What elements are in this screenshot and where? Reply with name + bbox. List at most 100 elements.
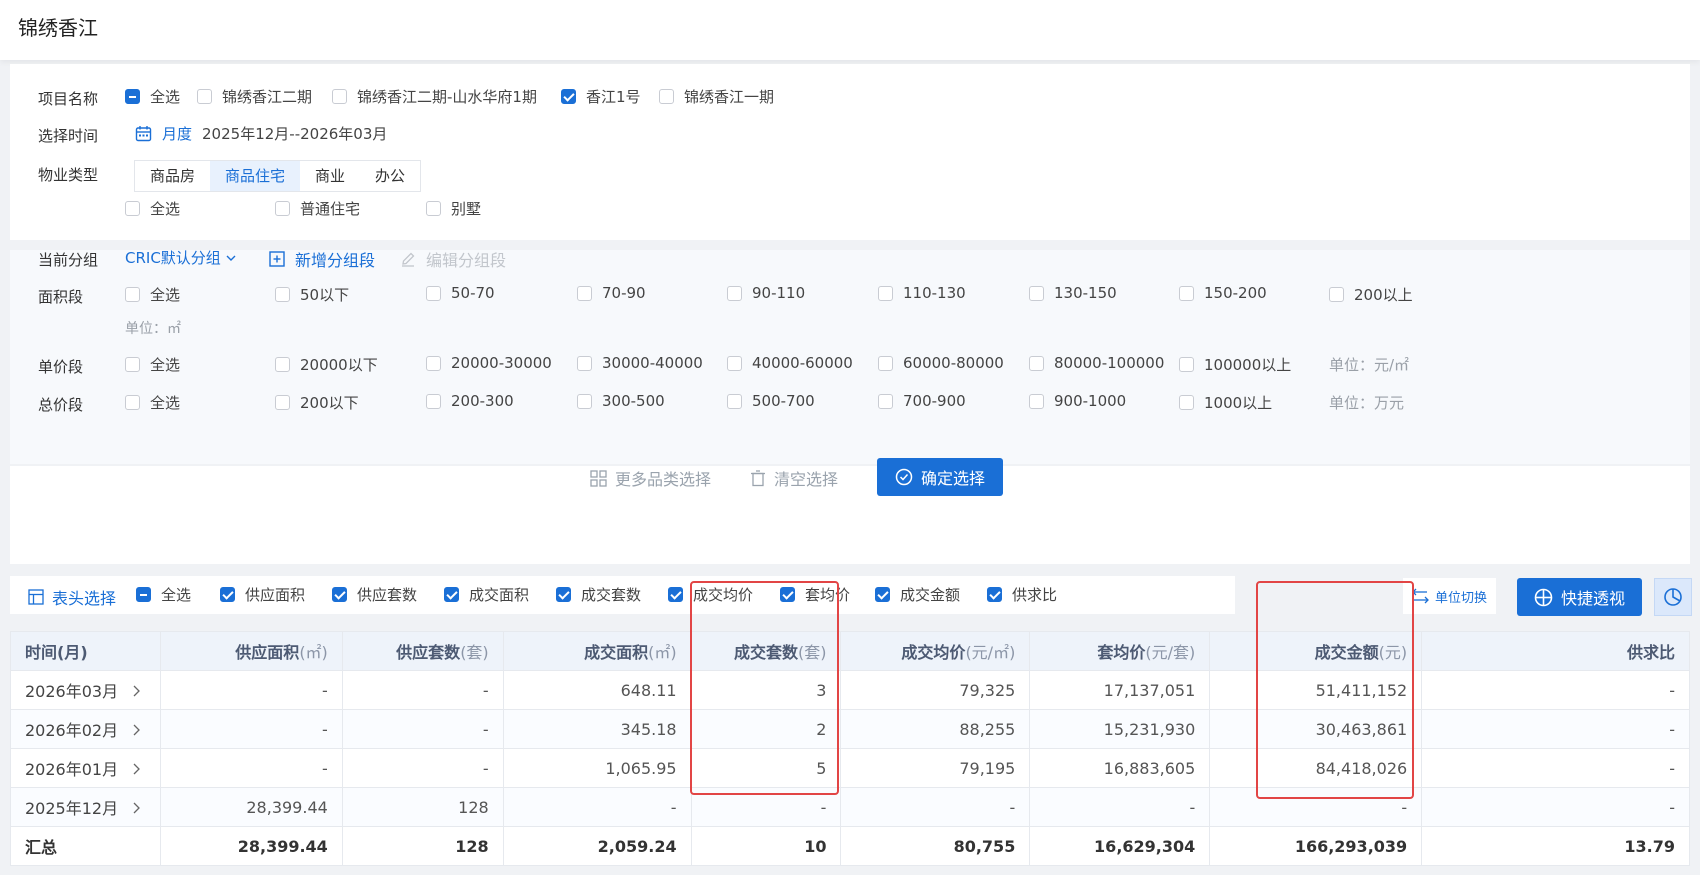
table-header-cell[interactable]: 供应套数(套) xyxy=(341,631,504,671)
checkbox[interactable] xyxy=(197,89,212,104)
checkbox[interactable] xyxy=(727,355,742,371)
total-price-option-4[interactable]: 500-700 xyxy=(727,392,815,410)
checkbox[interactable] xyxy=(426,201,441,216)
table-header-cell[interactable]: 供应面积(㎡) xyxy=(159,631,343,671)
checkbox[interactable] xyxy=(275,395,290,410)
checkbox[interactable] xyxy=(1179,285,1194,301)
total-price-option-7[interactable]: 1000以上 xyxy=(1179,392,1272,413)
column-option-4[interactable]: 成交套数 xyxy=(556,584,641,605)
area-option-8[interactable]: 200以上 xyxy=(1329,284,1413,305)
price-option-3[interactable]: 30000-40000 xyxy=(577,354,703,372)
area-option-7[interactable]: 150-200 xyxy=(1179,284,1267,302)
checkbox[interactable] xyxy=(878,393,893,409)
price-option-4[interactable]: 40000-60000 xyxy=(727,354,853,372)
checkbox[interactable] xyxy=(275,201,290,216)
checkbox[interactable] xyxy=(659,89,674,104)
total-price-option-0[interactable]: 全选 xyxy=(125,392,180,413)
tab-commodity-residential[interactable]: 商品住宅 xyxy=(210,161,301,191)
unit-switch-button[interactable]: 单位切换 xyxy=(1403,578,1496,614)
edit-group-button[interactable]: 编辑分组段 xyxy=(400,247,506,271)
table-header-cell[interactable]: 套均价(元/套) xyxy=(1029,631,1211,671)
property-sub-option-1[interactable]: 普通住宅 xyxy=(275,198,360,219)
checkbox[interactable] xyxy=(220,587,235,602)
checkbox[interactable] xyxy=(426,355,441,371)
price-option-2[interactable]: 20000-30000 xyxy=(426,354,552,372)
price-option-5[interactable]: 60000-80000 xyxy=(878,354,1004,372)
checkbox[interactable] xyxy=(987,587,1002,602)
area-option-3[interactable]: 70-90 xyxy=(577,284,646,302)
checkbox[interactable] xyxy=(1029,393,1044,409)
area-option-5[interactable]: 110-130 xyxy=(878,284,966,302)
group-dropdown[interactable]: CRIC默认分组 xyxy=(125,247,237,268)
chevron-right-icon[interactable] xyxy=(132,721,141,740)
checkbox[interactable] xyxy=(1179,357,1194,372)
tab-office[interactable]: 办公 xyxy=(360,161,420,191)
area-option-2[interactable]: 50-70 xyxy=(426,284,495,302)
checkbox[interactable] xyxy=(1029,355,1044,371)
area-option-1[interactable]: 50以下 xyxy=(275,284,349,305)
checkbox[interactable] xyxy=(1029,285,1044,301)
table-header-cell[interactable]: 成交面积(㎡) xyxy=(502,631,692,671)
total-price-option-5[interactable]: 700-900 xyxy=(878,392,966,410)
chart-toggle-button[interactable] xyxy=(1654,578,1692,616)
checkbox[interactable] xyxy=(125,395,140,410)
checkbox[interactable] xyxy=(1329,287,1344,302)
checkbox[interactable] xyxy=(332,587,347,602)
checkbox[interactable] xyxy=(426,393,441,409)
column-option-2[interactable]: 供应套数 xyxy=(332,584,417,605)
table-header-cell[interactable]: 供求比 xyxy=(1421,631,1690,671)
project-option-4[interactable]: 锦绣香江一期 xyxy=(659,86,774,107)
checkbox[interactable] xyxy=(275,287,290,302)
more-categories-button[interactable]: 更多品类选择 xyxy=(590,466,711,490)
price-option-7[interactable]: 100000以上 xyxy=(1179,354,1291,375)
checkbox[interactable] xyxy=(878,285,893,301)
checkbox[interactable] xyxy=(727,285,742,301)
checkbox[interactable] xyxy=(1179,395,1194,410)
project-option-3[interactable]: 香江1号 xyxy=(561,86,641,107)
checkbox[interactable] xyxy=(727,393,742,409)
project-option-0[interactable]: 全选 xyxy=(125,86,180,107)
column-option-7[interactable]: 成交金额 xyxy=(875,584,960,605)
checkbox[interactable] xyxy=(444,587,459,602)
time-picker[interactable]: 月度 2025年12月--2026年03月 xyxy=(135,123,387,144)
property-sub-option-2[interactable]: 别墅 xyxy=(426,198,481,219)
column-option-0[interactable]: 全选 xyxy=(136,584,191,605)
total-price-option-6[interactable]: 900-1000 xyxy=(1029,392,1126,410)
price-option-6[interactable]: 80000-100000 xyxy=(1029,354,1164,372)
total-price-option-2[interactable]: 200-300 xyxy=(426,392,514,410)
checkbox[interactable] xyxy=(136,587,151,602)
column-selector-button[interactable]: 表头选择 xyxy=(28,585,116,609)
table-row[interactable]: 2025年12月 28,399.44 128 - - - - - - xyxy=(10,787,1690,827)
checkbox[interactable] xyxy=(875,587,890,602)
checkbox[interactable] xyxy=(780,587,795,602)
column-option-6[interactable]: 套均价 xyxy=(780,584,850,605)
area-option-4[interactable]: 90-110 xyxy=(727,284,805,302)
total-price-option-3[interactable]: 300-500 xyxy=(577,392,665,410)
total-price-option-1[interactable]: 200以下 xyxy=(275,392,359,413)
chevron-right-icon[interactable] xyxy=(132,760,141,779)
clear-selection-button[interactable]: 清空选择 xyxy=(750,466,838,490)
checkbox[interactable] xyxy=(125,357,140,372)
checkbox[interactable] xyxy=(577,355,592,371)
table-header-cell[interactable]: 成交均价(元/㎡) xyxy=(840,631,1031,671)
column-option-8[interactable]: 供求比 xyxy=(987,584,1057,605)
checkbox[interactable] xyxy=(556,587,571,602)
checkbox[interactable] xyxy=(332,89,347,104)
tab-commercial[interactable]: 商业 xyxy=(300,161,360,191)
table-row[interactable]: 2026年03月 - - 648.11 3 79,325 17,137,051 51,411,… xyxy=(10,670,1690,710)
table-row[interactable]: 2026年02月 - - 345.18 2 88,255 15,231,930 30,463,… xyxy=(10,709,1690,749)
tab-commodity-house[interactable]: 商品房 xyxy=(135,161,210,191)
property-sub-option-0[interactable]: 全选 xyxy=(125,198,180,219)
checkbox[interactable] xyxy=(125,287,140,302)
checkbox[interactable] xyxy=(878,355,893,371)
project-option-2[interactable]: 锦绣香江二期-山水华府1期 xyxy=(332,86,537,107)
confirm-selection-button[interactable]: 确定选择 xyxy=(877,458,1003,496)
checkbox[interactable] xyxy=(125,89,140,104)
area-option-6[interactable]: 130-150 xyxy=(1029,284,1117,302)
table-header-cell[interactable]: 成交金额(元) xyxy=(1209,631,1423,671)
checkbox[interactable] xyxy=(668,587,683,602)
checkbox[interactable] xyxy=(561,89,576,104)
price-option-1[interactable]: 20000以下 xyxy=(275,354,378,375)
column-option-1[interactable]: 供应面积 xyxy=(220,584,305,605)
area-option-0[interactable]: 全选 xyxy=(125,284,180,305)
